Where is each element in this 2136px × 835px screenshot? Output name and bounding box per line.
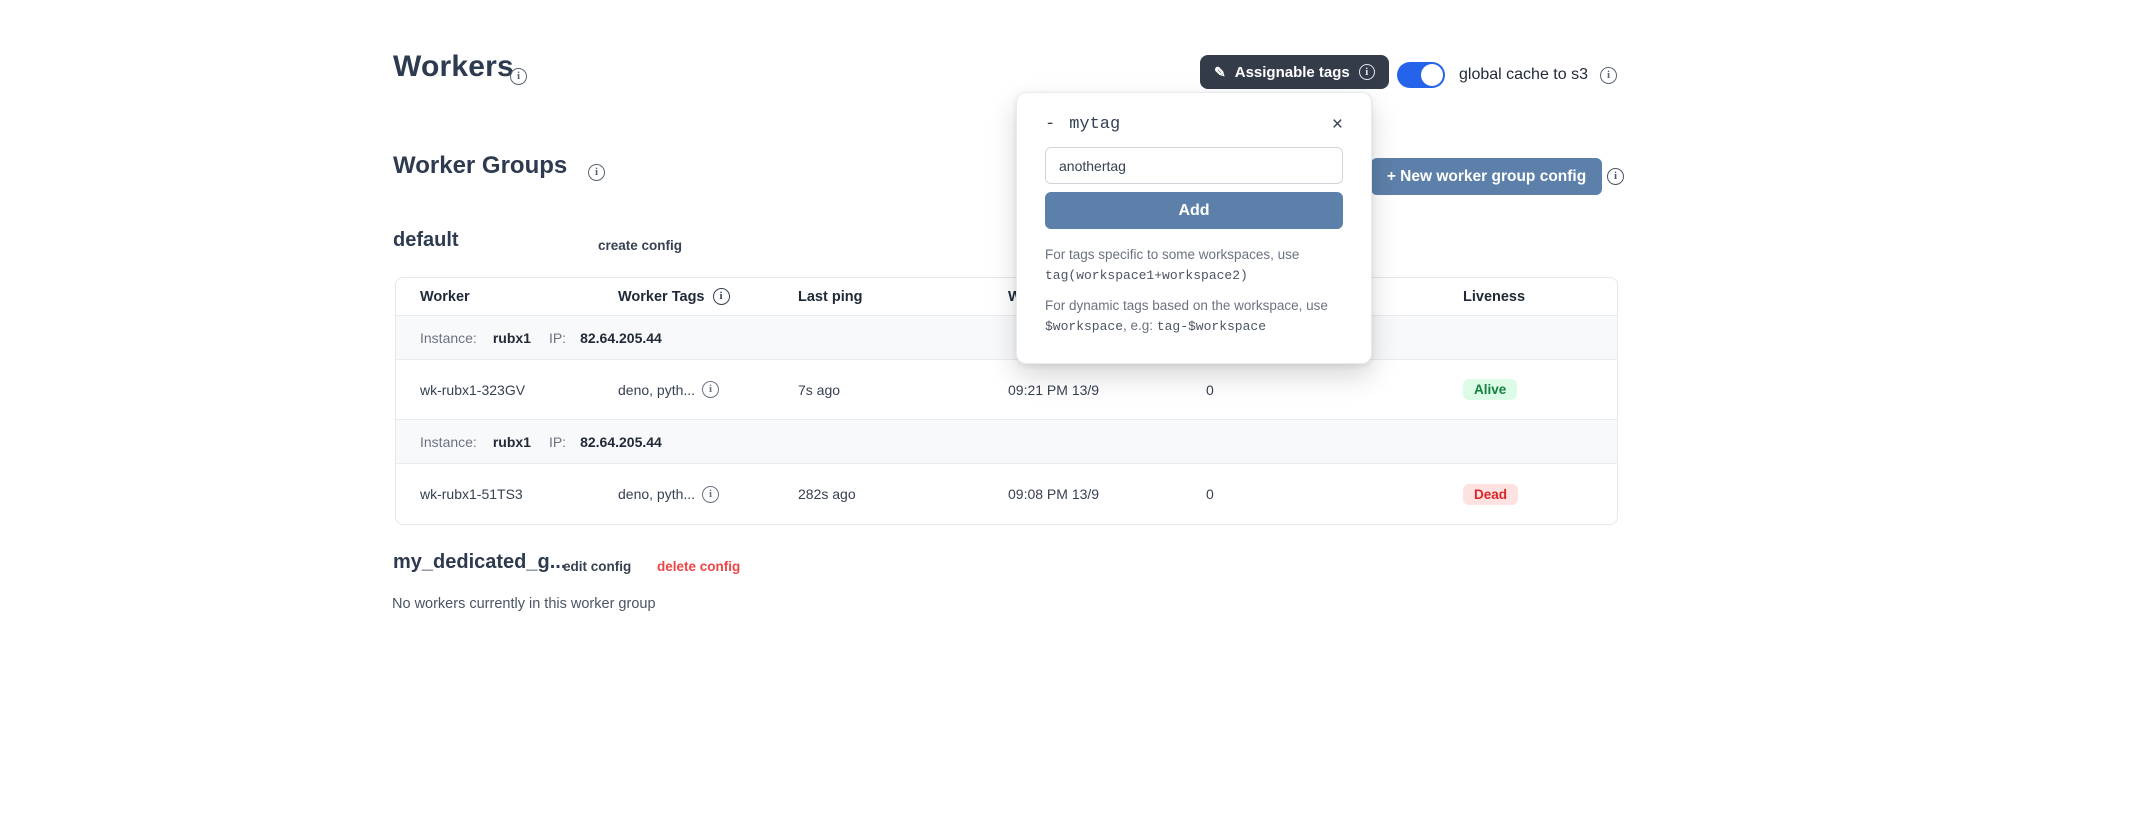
add-tag-button[interactable]: Add bbox=[1045, 192, 1343, 229]
page-title: Workers bbox=[393, 50, 514, 84]
worker-last-ping: 7s ago bbox=[798, 382, 1008, 398]
column-worker: Worker bbox=[420, 289, 618, 305]
worker-tags-info-icon[interactable]: i bbox=[713, 288, 730, 305]
worker-name: wk-rubx1-51TS3 bbox=[420, 486, 618, 502]
worker-jobs: 0 bbox=[1206, 382, 1463, 398]
liveness-badge: Dead bbox=[1463, 484, 1518, 505]
workers-info-icon[interactable]: i bbox=[510, 68, 527, 85]
remove-tag-button[interactable]: - bbox=[1045, 115, 1069, 134]
assignable-tags-label: Assignable tags bbox=[1235, 64, 1350, 81]
edit-config-button[interactable]: edit config bbox=[563, 559, 631, 574]
worker-start: 09:08 PM 13/9 bbox=[1008, 486, 1206, 502]
group-name-dedicated: my_dedicated_g... bbox=[393, 551, 566, 574]
instance-row: Instance: rubx1 IP: 82.64.205.44 bbox=[396, 316, 1617, 360]
ip-label: IP: bbox=[549, 330, 566, 346]
column-liveness: Liveness bbox=[1463, 289, 1617, 305]
ip-label: IP: bbox=[549, 434, 566, 450]
worker-groups-heading: Worker Groups bbox=[393, 152, 567, 180]
pencil-icon: ✎ bbox=[1214, 65, 1226, 79]
table-header-row: Worker Worker Tags i Last ping W Livenes… bbox=[396, 278, 1617, 316]
assignable-tags-info-icon[interactable]: i bbox=[1359, 64, 1375, 80]
workers-page: Workers i ✎ Assignable tags i global cac… bbox=[0, 0, 2136, 835]
assignable-tags-popover: - mytag × Add For tags specific to some … bbox=[1016, 92, 1372, 364]
tags-help-code: tag(workspace1+workspace2) bbox=[1045, 268, 1248, 283]
empty-group-note: No workers currently in this worker grou… bbox=[392, 596, 656, 612]
instance-label: Instance: bbox=[420, 330, 477, 346]
tag-row: - mytag × bbox=[1045, 115, 1343, 134]
global-cache-label: global cache to s3 bbox=[1459, 66, 1588, 84]
ip-value: 82.64.205.44 bbox=[580, 434, 662, 450]
tags-help-code: tag-$workspace bbox=[1157, 319, 1266, 334]
tags-help-workspaces: For tags specific to some workspaces, us… bbox=[1045, 245, 1343, 286]
create-config-button[interactable]: create config bbox=[598, 238, 682, 253]
assignable-tags-button[interactable]: ✎ Assignable tags i bbox=[1200, 55, 1389, 89]
worker-tags: deno, pyth... bbox=[618, 382, 695, 398]
liveness-badge: Alive bbox=[1463, 379, 1517, 400]
worker-groups-info-icon[interactable]: i bbox=[588, 164, 605, 181]
tags-help-code: $workspace bbox=[1045, 319, 1123, 334]
worker-row: wk-rubx1-51TS3 deno, pyth... i 282s ago … bbox=[396, 464, 1617, 524]
new-worker-group-config-info-icon[interactable]: i bbox=[1607, 168, 1624, 185]
instance-row: Instance: rubx1 IP: 82.64.205.44 bbox=[396, 420, 1617, 464]
worker-jobs: 0 bbox=[1206, 486, 1463, 502]
close-icon[interactable]: × bbox=[1332, 115, 1343, 134]
tags-help-dynamic: For dynamic tags based on the workspace,… bbox=[1045, 296, 1343, 337]
worker-start: 09:21 PM 13/9 bbox=[1008, 382, 1206, 398]
instance-label: Instance: bbox=[420, 434, 477, 450]
instance-name: rubx1 bbox=[493, 330, 531, 346]
workers-table: Worker Worker Tags i Last ping W Livenes… bbox=[395, 277, 1618, 525]
toggle-knob bbox=[1421, 64, 1443, 86]
new-worker-group-config-button[interactable]: + New worker group config bbox=[1371, 158, 1602, 195]
global-cache-info-icon[interactable]: i bbox=[1600, 67, 1617, 84]
worker-tags-cell-info-icon[interactable]: i bbox=[702, 381, 719, 398]
new-tag-input[interactable] bbox=[1045, 147, 1343, 184]
column-worker-tags: Worker Tags bbox=[618, 289, 705, 305]
instance-name: rubx1 bbox=[493, 434, 531, 450]
tag-name: mytag bbox=[1069, 115, 1120, 134]
delete-config-button[interactable]: delete config bbox=[657, 559, 740, 574]
worker-tags-cell-info-icon[interactable]: i bbox=[702, 486, 719, 503]
worker-last-ping: 282s ago bbox=[798, 486, 1008, 502]
ip-value: 82.64.205.44 bbox=[580, 330, 662, 346]
worker-row: wk-rubx1-323GV deno, pyth... i 7s ago 09… bbox=[396, 360, 1617, 420]
global-cache-toggle[interactable] bbox=[1397, 62, 1445, 88]
worker-name: wk-rubx1-323GV bbox=[420, 382, 618, 398]
worker-tags: deno, pyth... bbox=[618, 486, 695, 502]
column-last-ping: Last ping bbox=[798, 289, 1008, 305]
group-name-default: default bbox=[393, 229, 459, 252]
